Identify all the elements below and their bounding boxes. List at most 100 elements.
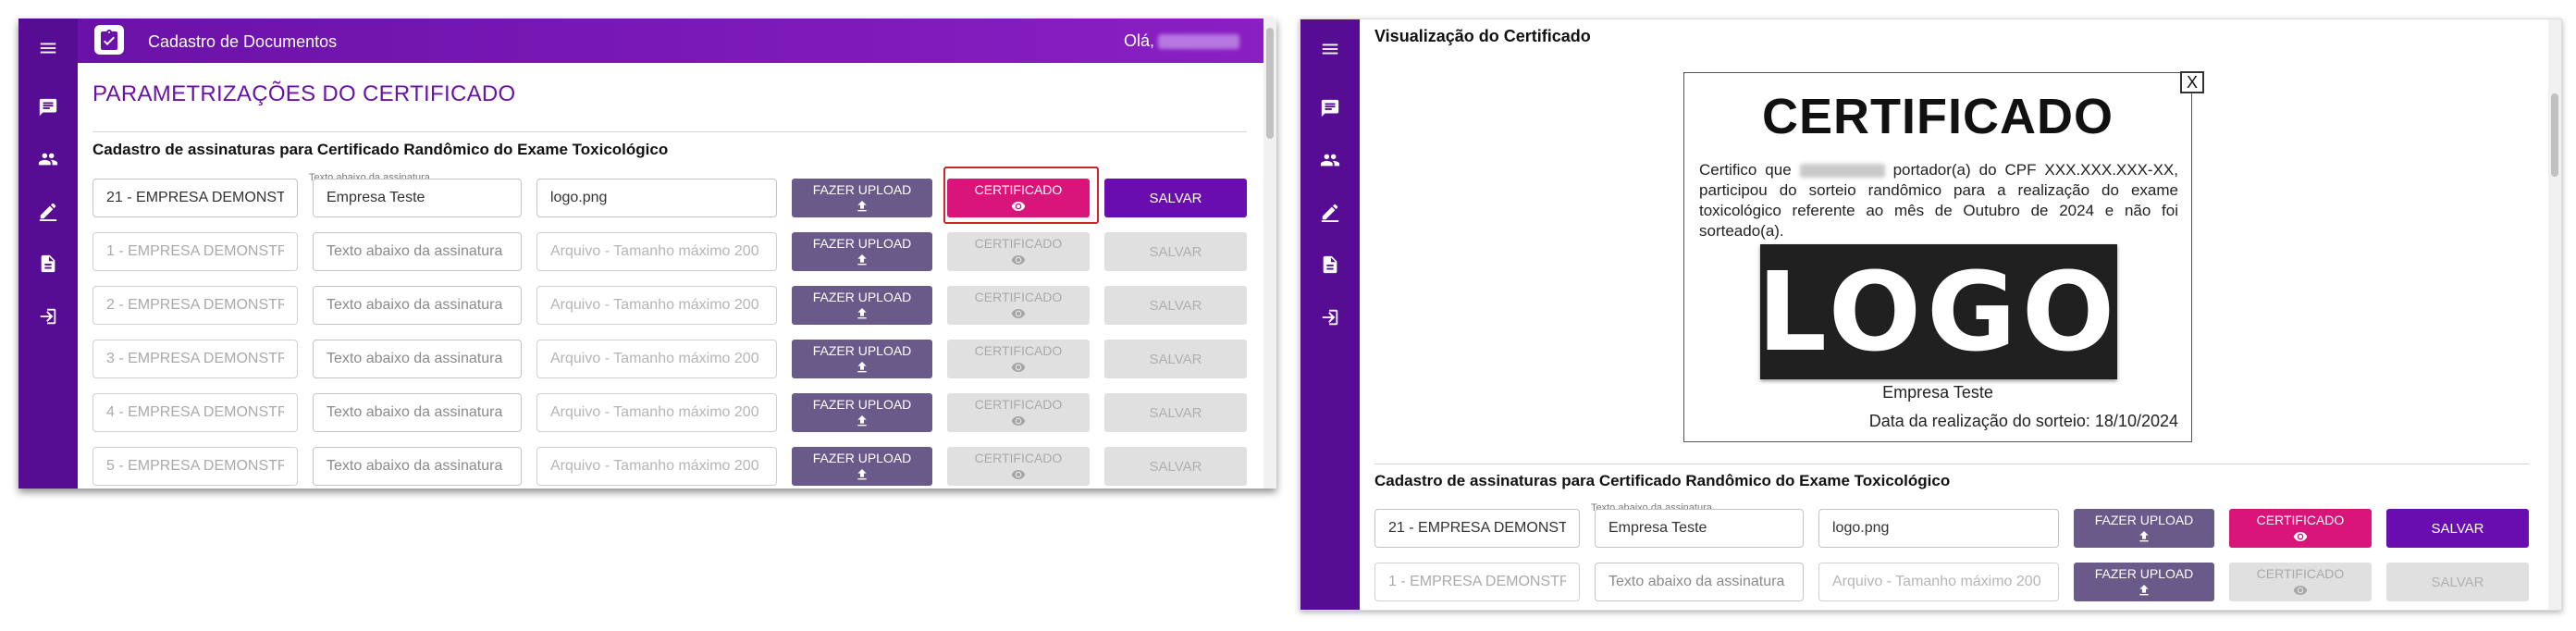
upload-label: FAZER UPLOAD <box>812 182 912 197</box>
signature-text-field[interactable] <box>313 393 522 432</box>
certificate-label: CERTIFICADO <box>974 290 1063 304</box>
save-button[interactable]: SALVAR <box>1104 286 1247 325</box>
file-field[interactable] <box>536 393 777 432</box>
signature-text-field[interactable] <box>313 179 522 217</box>
save-button[interactable]: SALVAR <box>1104 340 1247 378</box>
menu-icon[interactable] <box>1300 31 1360 68</box>
upload-icon <box>855 306 869 321</box>
signature-text-field[interactable] <box>1595 509 1804 548</box>
file-field[interactable] <box>536 232 777 271</box>
upload-label: FAZER UPLOAD <box>812 451 912 465</box>
signature-row: FAZER UPLOAD CERTIFICADO SALVAR <box>18 447 1276 488</box>
scroll-thumb[interactable] <box>2551 93 2558 177</box>
company-field[interactable] <box>92 232 298 271</box>
company-field[interactable] <box>92 286 298 325</box>
save-button[interactable]: SALVAR <box>1104 393 1247 432</box>
upload-button[interactable]: FAZER UPLOAD <box>792 232 932 271</box>
user-name-redacted <box>1158 34 1239 50</box>
person-name-redacted <box>1799 164 1885 179</box>
upload-label: FAZER UPLOAD <box>2094 513 2194 527</box>
upload-button[interactable]: FAZER UPLOAD <box>2074 509 2214 548</box>
signature-text-field[interactable] <box>313 286 522 325</box>
upload-button[interactable]: FAZER UPLOAD <box>792 286 932 325</box>
top-bar: Cadastro de Documentos Olá, <box>78 19 1276 63</box>
upload-label: FAZER UPLOAD <box>812 397 912 412</box>
logo-image: LOGO <box>1757 244 2117 379</box>
signature-text-field[interactable] <box>1595 563 1804 601</box>
upload-label: FAZER UPLOAD <box>812 343 912 358</box>
menu-icon[interactable] <box>18 30 78 67</box>
signature-text-field[interactable] <box>313 340 522 378</box>
certificate-button[interactable]: CERTIFICADO <box>947 393 1090 432</box>
user-greeting: Olá, <box>1124 31 1239 51</box>
certificate-label: CERTIFICADO <box>974 343 1063 358</box>
logout-icon[interactable] <box>1300 299 1360 336</box>
certificate-label: CERTIFICADO <box>974 451 1063 465</box>
save-button[interactable]: SALVAR <box>2386 509 2529 548</box>
signature-text-field[interactable] <box>313 232 522 271</box>
certificate-label: CERTIFICADO <box>2256 566 2345 581</box>
file-field[interactable] <box>1818 509 2059 548</box>
certificate-title: CERTIFICADO <box>1762 89 2114 144</box>
company-field[interactable] <box>92 179 298 217</box>
upload-label: FAZER UPLOAD <box>812 236 912 251</box>
upload-icon <box>855 414 869 428</box>
upload-icon <box>855 199 869 214</box>
eye-icon <box>1011 199 1026 214</box>
page-title: PARAMETRIZAÇÕES DO CERTIFICADO <box>92 81 516 106</box>
file-field[interactable] <box>536 286 777 325</box>
company-field[interactable] <box>1374 563 1580 601</box>
certificate-company: Empresa Teste <box>1882 383 1993 402</box>
upload-button[interactable]: FAZER UPLOAD <box>792 447 932 486</box>
scroll-thumb[interactable] <box>1266 28 1274 139</box>
scrollbar[interactable] <box>2548 19 2561 610</box>
eye-icon <box>2293 529 2308 544</box>
chat-icon[interactable] <box>1300 90 1360 127</box>
scrollbar[interactable] <box>1263 19 1276 489</box>
eye-icon <box>1011 306 1026 321</box>
save-button[interactable]: SALVAR <box>1104 232 1247 271</box>
signature-row: Texto abaixo da assinatura FAZER UPLOAD … <box>1300 502 2561 550</box>
chat-icon[interactable] <box>18 89 78 126</box>
certificate-button[interactable]: CERTIFICADO <box>947 447 1090 486</box>
certificate-button[interactable]: CERTIFICADO <box>2229 563 2372 601</box>
upload-button[interactable]: FAZER UPLOAD <box>2074 563 2214 601</box>
draw-date: Data da realização do sorteio: 18/10/202… <box>1868 412 2178 430</box>
edit-icon[interactable] <box>1300 193 1360 230</box>
users-icon[interactable] <box>1300 142 1360 179</box>
clipboard-logo-icon <box>94 25 124 55</box>
company-field[interactable] <box>1374 509 1580 548</box>
divider <box>92 131 1247 132</box>
settings-window: Cadastro de Documentos Olá, PARAMETRIZAÇ… <box>18 19 1276 489</box>
eye-icon <box>1011 414 1026 428</box>
eye-icon <box>1011 467 1026 482</box>
file-field[interactable] <box>536 340 777 378</box>
save-button[interactable]: SALVAR <box>1104 179 1247 217</box>
document-icon[interactable] <box>1300 246 1360 283</box>
company-field[interactable] <box>92 393 298 432</box>
certificate-label: CERTIFICADO <box>974 397 1063 412</box>
users-icon[interactable] <box>18 141 78 178</box>
save-button[interactable]: SALVAR <box>1104 447 1247 486</box>
certificate-label: CERTIFICADO <box>974 182 1063 197</box>
upload-button[interactable]: FAZER UPLOAD <box>792 393 932 432</box>
company-field[interactable] <box>92 340 298 378</box>
signature-text-field[interactable] <box>313 447 522 486</box>
company-field[interactable] <box>92 447 298 486</box>
certificate-button[interactable]: CERTIFICADO <box>947 340 1090 378</box>
certificate-button[interactable]: CERTIFICADO <box>947 179 1090 217</box>
file-field[interactable] <box>536 179 777 217</box>
upload-button[interactable]: FAZER UPLOAD <box>792 340 932 378</box>
upload-button[interactable]: FAZER UPLOAD <box>792 179 932 217</box>
app-title: Cadastro de Documentos <box>148 32 338 51</box>
certificate-button[interactable]: CERTIFICADO <box>947 232 1090 271</box>
signature-row: FAZER UPLOAD CERTIFICADO SALVAR <box>18 393 1276 434</box>
upload-label: FAZER UPLOAD <box>2094 566 2194 581</box>
certificate-button[interactable]: CERTIFICADO <box>2229 509 2372 548</box>
file-field[interactable] <box>536 447 777 486</box>
certificate-button[interactable]: CERTIFICADO <box>947 286 1090 325</box>
signature-row: FAZER UPLOAD CERTIFICADO SALVAR <box>18 232 1276 273</box>
file-field[interactable] <box>1818 563 2059 601</box>
certificate-text: Certifico que portador(a) do CPF XXX.XXX… <box>1699 161 2178 240</box>
save-button[interactable]: SALVAR <box>2386 563 2529 601</box>
